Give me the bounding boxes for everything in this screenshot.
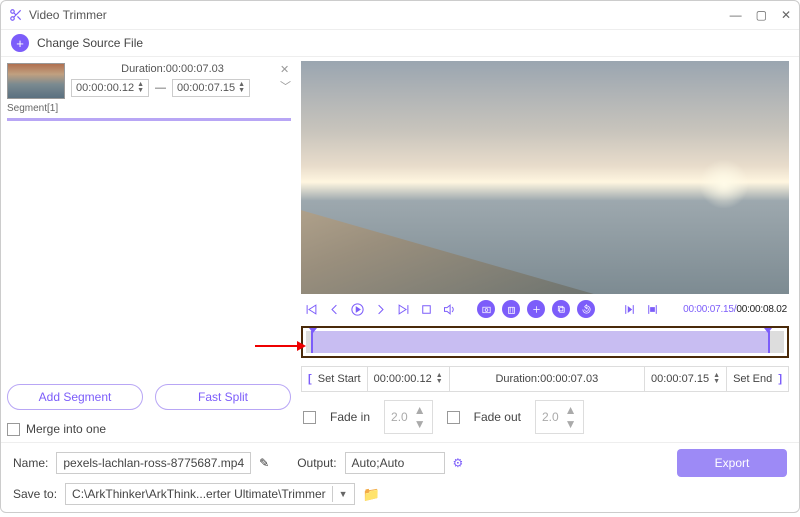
segment-thumbnail xyxy=(7,63,65,99)
fade-in-checkbox[interactable] xyxy=(303,411,316,424)
add-segment-button[interactable]: Add Segment xyxy=(7,384,143,410)
fast-split-button[interactable]: Fast Split xyxy=(155,384,291,410)
name-label: Name: xyxy=(13,456,48,470)
saveto-dropdown[interactable]: C:\ArkThinker\ArkThink...erter Ultimate\… xyxy=(65,483,355,505)
stop-icon[interactable] xyxy=(418,301,434,317)
playback-controls: 00:00:07.15/00:00:08.02 xyxy=(301,294,789,324)
play-icon[interactable] xyxy=(349,301,365,317)
trim-timeline[interactable] xyxy=(306,331,784,353)
set-start-label[interactable]: Set Start xyxy=(318,373,361,385)
delete-icon[interactable] xyxy=(502,300,520,318)
annotation-arrow xyxy=(255,341,306,351)
segment-start-input[interactable]: 00:00:00.12▲▼ xyxy=(71,79,149,97)
trim-values-row: [ Set Start 00:00:00.12▲▼ Duration:00:00… xyxy=(301,366,789,392)
dash: — xyxy=(155,82,166,94)
titlebar: Video Trimmer — ▢ ✕ xyxy=(1,1,799,29)
add-icon[interactable] xyxy=(527,300,545,318)
end-time-input[interactable]: 00:00:07.15▲▼ xyxy=(644,367,726,391)
scissors-icon xyxy=(9,8,23,22)
export-button[interactable]: Export xyxy=(677,449,787,477)
copy-icon[interactable] xyxy=(552,300,570,318)
segment-end-input[interactable]: 00:00:07.15▲▼ xyxy=(172,79,250,97)
merge-label: Merge into one xyxy=(26,422,106,436)
close-button[interactable]: ✕ xyxy=(781,8,791,22)
volume-icon[interactable] xyxy=(441,301,457,317)
output-input[interactable]: Auto;Auto xyxy=(345,452,445,474)
bottom-bar: Name: pexels-lachlan-ross-8775687.mp4 ✎ … xyxy=(1,442,799,517)
time-display: 00:00:07.15/00:00:08.02 xyxy=(683,304,787,315)
minimize-button[interactable]: — xyxy=(730,8,742,22)
edit-name-icon[interactable]: ✎ xyxy=(259,456,269,470)
app-title: Video Trimmer xyxy=(29,8,107,22)
video-preview[interactable] xyxy=(301,61,789,294)
segment-row[interactable]: Duration:00:00:07.03 00:00:00.12▲▼ — 00:… xyxy=(7,63,291,99)
fade-out-value[interactable]: 2.0▲▼ xyxy=(535,400,584,434)
remove-segment-icon[interactable]: ✕ xyxy=(280,63,291,76)
goto-end-icon[interactable] xyxy=(395,301,411,317)
fade-in-value[interactable]: 2.0▲▼ xyxy=(384,400,433,434)
segment-duration: Duration:00:00:07.03 xyxy=(71,63,274,75)
output-settings-icon[interactable]: ⚙ xyxy=(453,456,464,470)
fade-row: Fade in 2.0▲▼ Fade out 2.0▲▼ xyxy=(301,392,789,442)
set-end-label[interactable]: Set End xyxy=(733,373,772,385)
maximize-button[interactable]: ▢ xyxy=(756,8,767,22)
bracket-stop-icon[interactable] xyxy=(644,301,660,317)
start-time-input[interactable]: 00:00:00.12▲▼ xyxy=(367,367,449,391)
bracket-play-icon[interactable] xyxy=(621,301,637,317)
collapse-segment-icon[interactable]: ﹀ xyxy=(280,78,291,94)
output-label: Output: xyxy=(297,456,336,470)
name-input[interactable]: pexels-lachlan-ross-8775687.mp4 xyxy=(56,452,251,474)
merge-checkbox[interactable] xyxy=(7,423,20,436)
saveto-label: Save to: xyxy=(13,487,57,501)
fade-out-checkbox[interactable] xyxy=(447,411,460,424)
fade-in-label: Fade in xyxy=(330,410,370,424)
prev-frame-icon[interactable] xyxy=(326,301,342,317)
fade-out-label: Fade out xyxy=(474,410,521,424)
goto-start-icon[interactable] xyxy=(303,301,319,317)
source-row: + Change Source File xyxy=(1,29,799,57)
add-source-button[interactable]: + xyxy=(11,34,29,52)
bracket-left-icon[interactable]: [ xyxy=(308,373,312,385)
segment-label: Segment[1] xyxy=(7,103,291,114)
reset-icon[interactable] xyxy=(577,300,595,318)
segments-panel: Duration:00:00:07.03 00:00:00.12▲▼ — 00:… xyxy=(1,57,301,442)
duration-display: Duration:00:00:07.03 xyxy=(449,367,644,391)
next-frame-icon[interactable] xyxy=(372,301,388,317)
open-folder-icon[interactable]: 📁 xyxy=(363,486,380,503)
change-source-label[interactable]: Change Source File xyxy=(37,36,143,50)
bracket-right-icon[interactable]: ] xyxy=(778,373,782,385)
snapshot-icon[interactable] xyxy=(477,300,495,318)
trim-selection[interactable] xyxy=(311,331,770,353)
trim-timeline-container xyxy=(301,326,789,358)
